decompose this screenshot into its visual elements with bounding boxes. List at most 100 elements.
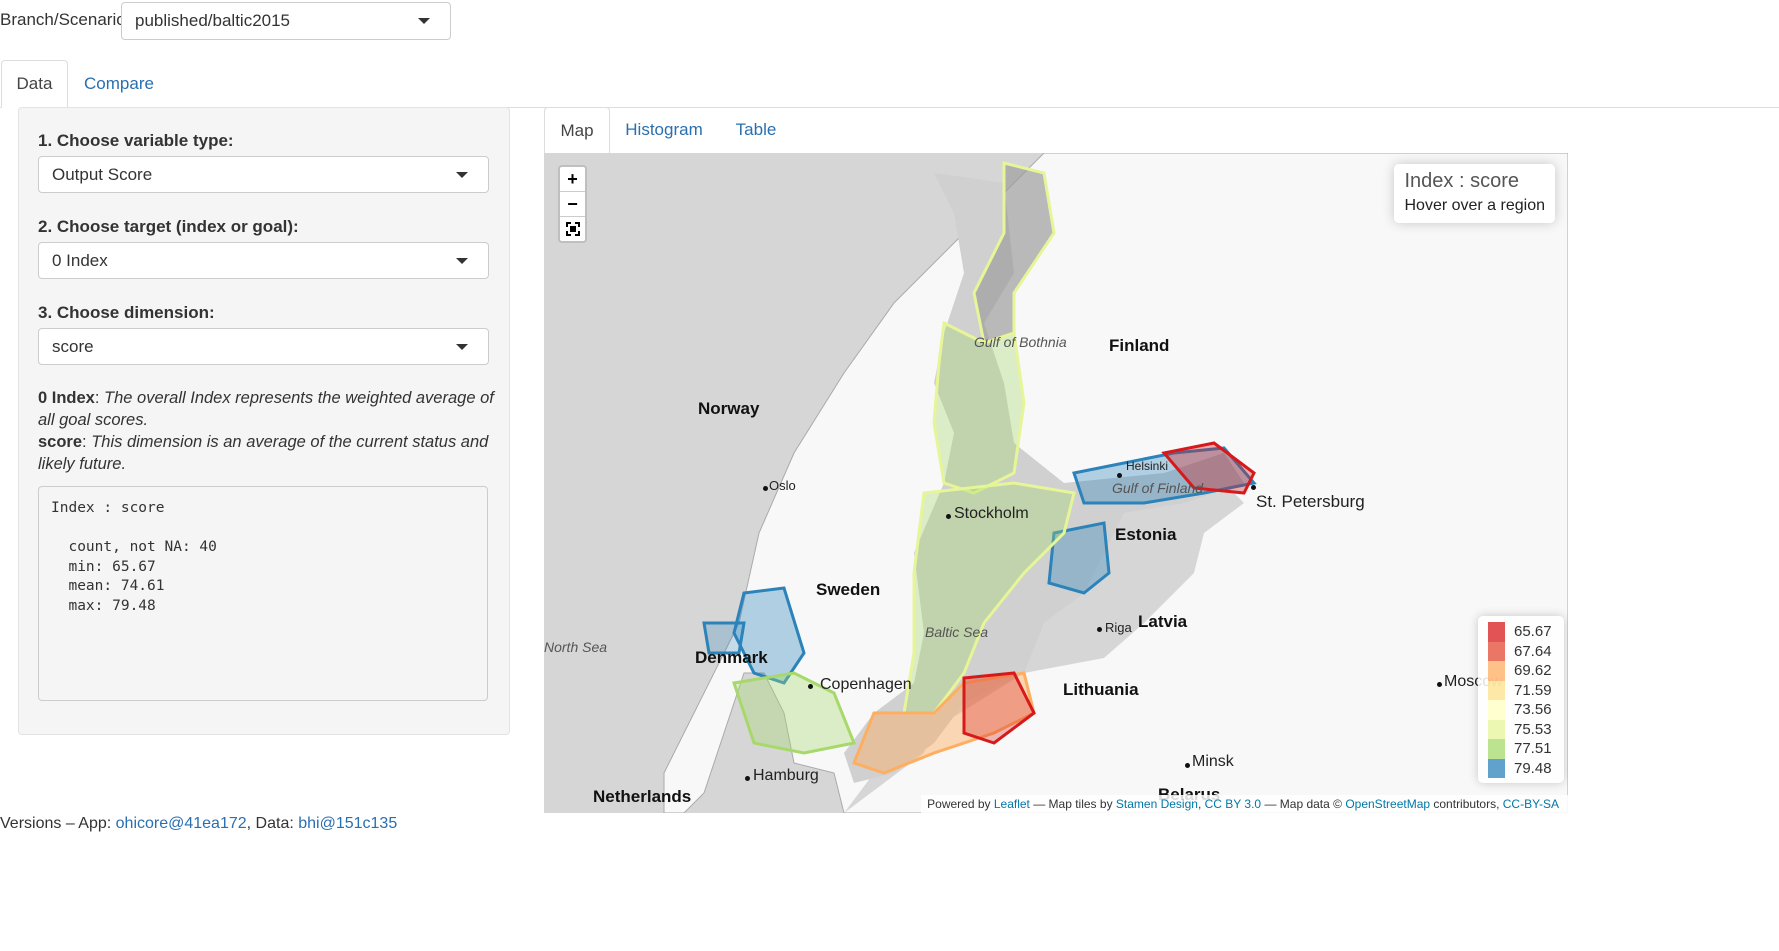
attribution-text: ,	[1197, 797, 1205, 811]
legend-item: 73.56	[1488, 700, 1564, 720]
map-label-city: Copenhagen	[820, 676, 912, 693]
legend-value: 75.53	[1514, 720, 1552, 738]
map-label-city: Stockholm	[954, 505, 1029, 522]
map-label-city: Hamburg	[753, 767, 819, 784]
description-dimension-name: score	[38, 433, 83, 451]
city-marker	[745, 776, 750, 781]
map-label-country: Estonia	[1115, 525, 1177, 544]
attribution-text: Powered by	[927, 797, 994, 811]
city-marker	[1251, 485, 1256, 490]
legend-value: 77.51	[1514, 740, 1552, 757]
stats-line: count, not NA: 40	[51, 539, 217, 555]
city-marker	[1185, 763, 1190, 768]
city-marker	[808, 684, 813, 689]
target-select[interactable]: 0 Index	[38, 242, 489, 279]
app-version-link[interactable]: ohicore@41ea172	[116, 815, 247, 832]
variable-description: 0 Index: The overall Index represents th…	[38, 389, 494, 473]
branch-select-value: published/baltic2015	[135, 11, 291, 30]
view-tab-bar: Map Histogram Table	[544, 107, 1568, 154]
dimension-select[interactable]: score	[38, 328, 489, 365]
map-label-city: Riga	[1105, 620, 1132, 635]
tab-map[interactable]: Map	[544, 107, 610, 154]
map-label-country: Latvia	[1138, 612, 1188, 631]
stamen-link[interactable]: Stamen Design	[1116, 797, 1198, 811]
map-label-sea: Baltic Sea	[925, 624, 989, 640]
city-marker	[1117, 473, 1122, 478]
attribution-text: contributors,	[1430, 797, 1503, 811]
map-label-country: Finland	[1109, 336, 1170, 355]
legend-swatch	[1488, 700, 1505, 720]
map-label-city: St. Petersburg	[1256, 492, 1365, 511]
description-target-name: 0 Index	[38, 389, 95, 407]
attribution-text: — Map tiles by	[1029, 797, 1116, 811]
legend-item: 79.48	[1488, 758, 1564, 778]
color-legend: 65.67 67.64 69.62 71.59 73.56 75.53 77.5…	[1478, 616, 1564, 783]
legend-item: 75.53	[1488, 719, 1564, 739]
zoom-in-button[interactable]: +	[560, 167, 585, 192]
legend-item: 77.51	[1488, 739, 1564, 759]
map-label-country: Lithuania	[1063, 680, 1139, 699]
map-canvas	[663, 153, 1568, 813]
tab-compare-label: Compare	[84, 74, 154, 93]
map-label-sea: Gulf of Bothnia	[974, 334, 1067, 350]
tab-table[interactable]: Table	[724, 107, 788, 153]
legend-value: 71.59	[1514, 681, 1552, 699]
variable-type-select[interactable]: Output Score	[38, 156, 489, 193]
leaflet-link[interactable]: Leaflet	[994, 797, 1030, 811]
info-hint: Hover over a region	[1404, 197, 1545, 214]
legend-value: 79.48	[1514, 759, 1552, 777]
map-attribution: Powered by Leaflet — Map tiles by Stamen…	[921, 795, 1568, 813]
attribution-text: — Map data ©	[1261, 797, 1346, 811]
version-footer: Versions – App: ohicore@41ea172, Data: b…	[0, 815, 397, 833]
map-label-country: Denmark	[695, 648, 768, 667]
tab-histogram[interactable]: Histogram	[616, 107, 712, 153]
stats-header: Index : score	[51, 500, 165, 516]
cc-by-sa-link[interactable]: CC-BY-SA	[1503, 797, 1559, 811]
city-marker	[946, 514, 951, 519]
target-value: 0 Index	[52, 250, 108, 270]
chevron-down-icon	[418, 18, 430, 24]
cc-by-link[interactable]: CC BY 3.0	[1205, 797, 1261, 811]
chevron-down-icon	[456, 257, 468, 264]
map-label-sea: Gulf of Finland	[1112, 480, 1204, 496]
map-view[interactable]: Norway Sweden Finland Estonia Latvia Lit…	[544, 153, 1568, 813]
map-label-city: Minsk	[1192, 753, 1234, 770]
footer-text: , Data:	[246, 815, 299, 832]
legend-value: 73.56	[1514, 701, 1552, 718]
tab-histogram-label: Histogram	[625, 120, 703, 139]
zoom-out-button[interactable]: −	[560, 192, 585, 217]
chevron-down-icon	[456, 343, 468, 350]
tab-table-label: Table	[735, 120, 777, 139]
legend-value: 67.64	[1514, 642, 1552, 660]
map-label-sea: North Sea	[544, 639, 608, 655]
branch-select[interactable]: published/baltic2015	[121, 2, 451, 40]
map-label-city: Oslo	[769, 478, 796, 493]
osm-link[interactable]: OpenStreetMap	[1345, 797, 1430, 811]
summary-stats: Index : score count, not NA: 40 min: 65.…	[38, 486, 488, 701]
hover-info-box: Index : score Hover over a region	[1394, 164, 1555, 223]
tab-compare[interactable]: Compare	[72, 60, 166, 108]
city-marker	[763, 486, 768, 491]
city-marker	[1437, 682, 1442, 687]
legend-swatch	[1488, 719, 1505, 739]
map-label-country: Norway	[698, 399, 760, 418]
map-label-city: Helsinki	[1126, 459, 1169, 473]
city-marker	[1097, 627, 1102, 632]
tab-data[interactable]: Data	[1, 60, 68, 108]
tab-data-label: Data	[16, 74, 53, 93]
legend-swatch	[1488, 739, 1505, 759]
footer-text: Versions – App:	[0, 815, 116, 832]
fullscreen-button[interactable]	[560, 217, 585, 241]
chevron-down-icon	[456, 171, 468, 178]
dimension-label: 3. Choose dimension:	[38, 303, 215, 322]
map-label-country: Sweden	[816, 580, 881, 599]
data-version-link[interactable]: bhi@151c135	[298, 815, 397, 832]
legend-swatch	[1488, 758, 1505, 778]
legend-swatch	[1488, 661, 1505, 681]
legend-value: 69.62	[1514, 662, 1552, 679]
legend-item: 65.67	[1488, 622, 1564, 642]
zoom-control: + −	[558, 165, 587, 243]
legend-value: 65.67	[1514, 623, 1552, 640]
info-title: Index : score	[1404, 170, 1519, 192]
dimension-value: score	[52, 336, 94, 356]
